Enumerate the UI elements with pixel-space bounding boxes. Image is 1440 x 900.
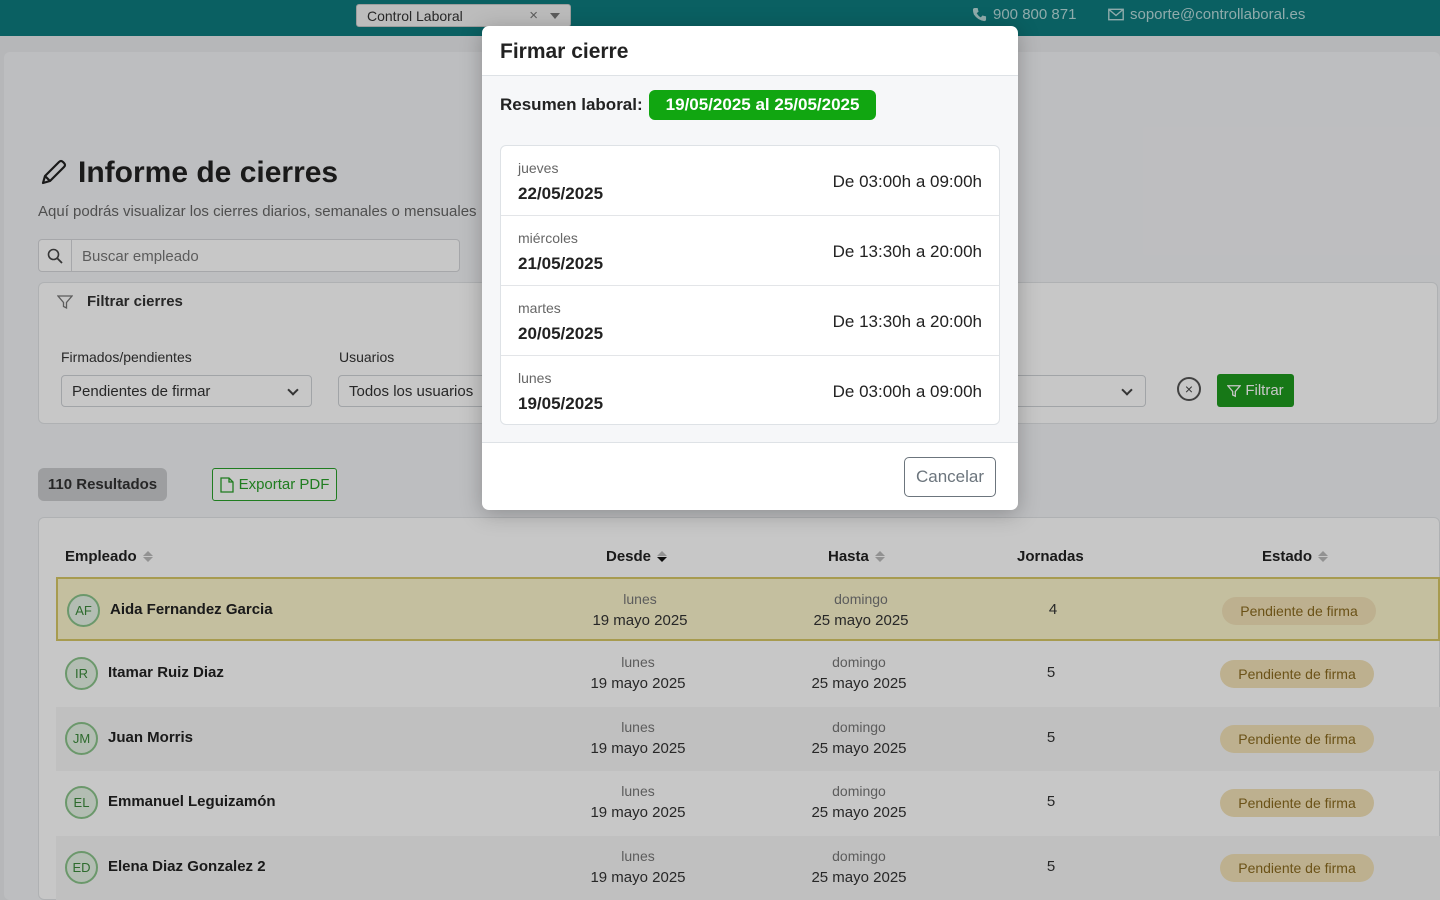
workday-weekday: martes xyxy=(518,300,561,316)
workday-date: 19/05/2025 xyxy=(518,394,604,413)
workday-hours: De 13:30h a 20:00h xyxy=(832,242,982,261)
cancel-button[interactable]: Cancelar xyxy=(904,457,996,497)
workday-weekday: jueves xyxy=(518,160,559,176)
workday-item: jueves 22/05/2025 De 03:00h a 09:00h xyxy=(501,146,999,216)
workday-hours: De 03:00h a 09:00h xyxy=(832,382,982,401)
workday-list: jueves 22/05/2025 De 03:00h a 09:00h mié… xyxy=(500,145,1000,425)
modal-title: Firmar cierre xyxy=(482,26,1018,76)
workday-hours: De 03:00h a 09:00h xyxy=(832,172,982,191)
workday-date: 21/05/2025 xyxy=(518,254,604,273)
workday-item: martes 20/05/2025 De 13:30h a 20:00h xyxy=(501,286,999,356)
modal-body: Resumen laboral: 19/05/2025 al 25/05/202… xyxy=(482,76,1018,442)
workday-item: miércoles 21/05/2025 De 13:30h a 20:00h xyxy=(501,216,999,286)
summary-label: Resumen laboral: xyxy=(500,95,643,114)
modal-footer: Cancelar xyxy=(482,442,1018,510)
work-summary: Resumen laboral: 19/05/2025 al 25/05/202… xyxy=(500,90,877,120)
sign-closure-modal: Firmar cierre Resumen laboral: 19/05/202… xyxy=(482,26,1018,510)
workday-date: 22/05/2025 xyxy=(518,184,604,203)
summary-range-badge: 19/05/2025 al 25/05/2025 xyxy=(648,90,877,120)
workday-date: 20/05/2025 xyxy=(518,324,604,343)
workday-weekday: miércoles xyxy=(518,230,578,246)
workday-hours: De 13:30h a 20:00h xyxy=(832,312,982,331)
workday-item: lunes 19/05/2025 De 03:00h a 09:00h xyxy=(501,356,999,424)
workday-weekday: lunes xyxy=(518,370,552,386)
